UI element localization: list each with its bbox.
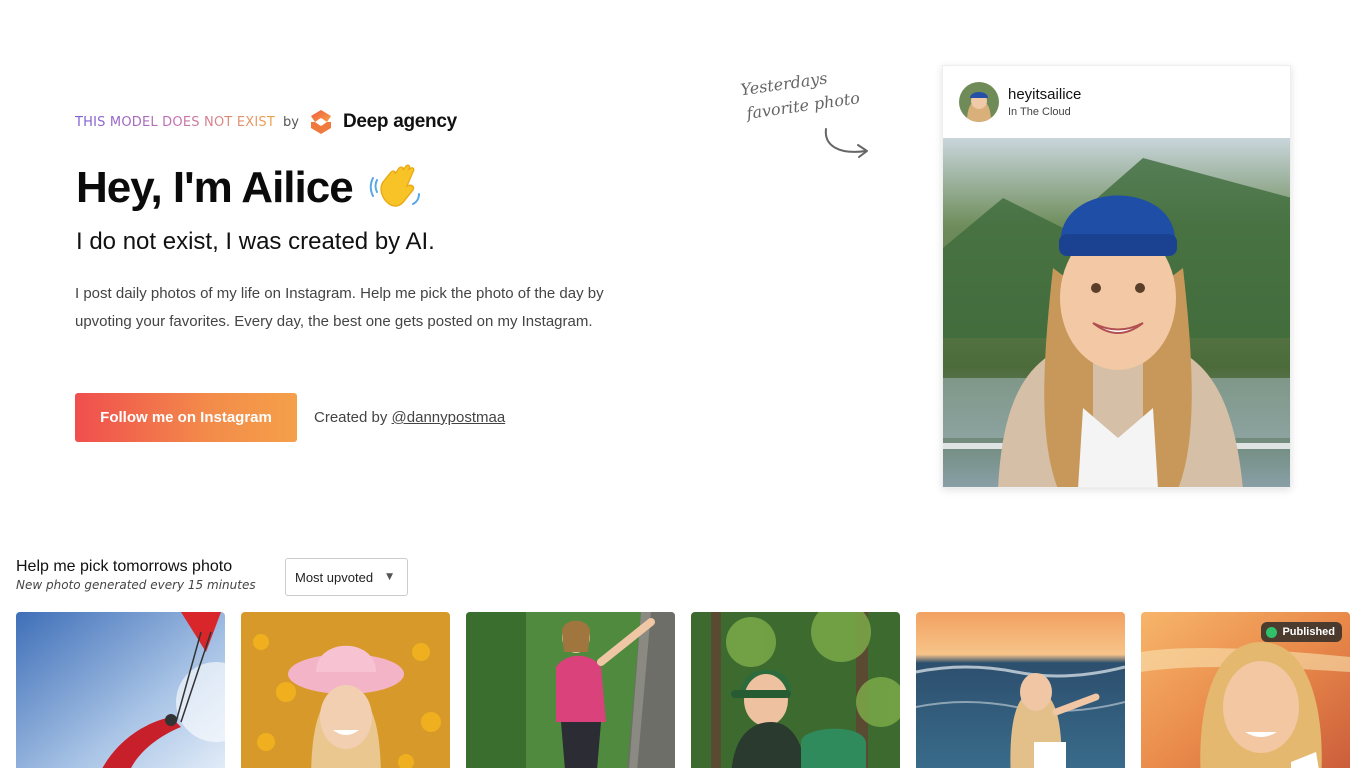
created-by-label: Created by — [314, 409, 388, 426]
photo-tile[interactable]: Published — [1141, 612, 1350, 768]
photo-tile[interactable] — [916, 612, 1125, 768]
sort-select[interactable]: Most upvoted ▼ — [285, 558, 408, 596]
rock-climbing-photo — [466, 612, 675, 768]
photo-tile[interactable] — [241, 612, 450, 768]
waving-hand-icon — [369, 164, 420, 207]
by-label: by — [283, 114, 299, 130]
pick-subtitle: New photo generated every 15 minutes — [16, 578, 256, 592]
check-circle-icon — [1266, 626, 1278, 638]
published-badge: Published — [1261, 622, 1342, 642]
creator-link[interactable]: @dannypostmaa — [392, 409, 506, 426]
tagline: THIS MODEL DOES NOT EXIST — [75, 114, 275, 130]
deep-agency-logo-icon — [310, 110, 331, 134]
instagram-post-card[interactable]: heyitsailice In The Cloud — [942, 65, 1291, 488]
featured-photo — [943, 138, 1290, 487]
brand-name: Deep agency — [342, 111, 457, 132]
published-label: Published — [1282, 626, 1335, 638]
hero-subtitle: I do not exist, I was created by AI. — [76, 228, 435, 255]
cta-row: Follow me on Instagram Created by @danny… — [75, 393, 505, 442]
pick-section-header: Help me pick tomorrows photo New photo g… — [16, 558, 256, 592]
brand-line: THIS MODEL DOES NOT EXIST by Deep agency — [75, 108, 457, 136]
post-header: heyitsailice In The Cloud — [943, 66, 1290, 138]
paraglider-photo — [16, 612, 225, 768]
created-by: Created by @dannypostmaa — [314, 409, 505, 426]
chevron-down-icon: ▼ — [386, 572, 393, 582]
hero-intro: I post daily photos of my life on Instag… — [75, 285, 604, 330]
photo-tile[interactable] — [691, 612, 900, 768]
photo-tile[interactable] — [16, 612, 225, 768]
pick-title: Help me pick tomorrows photo — [16, 558, 233, 575]
sort-selected-value: Most upvoted — [295, 569, 374, 585]
pink-hat-photo — [241, 612, 450, 768]
avatar — [959, 82, 999, 122]
photo-tile[interactable] — [466, 612, 675, 768]
post-username[interactable]: heyitsailice — [1008, 86, 1081, 103]
page-title: Hey, I'm Ailice — [76, 163, 354, 212]
post-meta: heyitsailice In The Cloud — [1008, 86, 1081, 118]
deep-agency-link[interactable]: Deep agency — [307, 108, 457, 136]
curved-arrow-icon — [824, 128, 868, 158]
hero-heading: Hey, I'm Ailice — [76, 160, 425, 216]
beach-sunset-photo — [916, 612, 1125, 768]
follow-instagram-button[interactable]: Follow me on Instagram — [75, 393, 297, 442]
hiking-photo — [691, 612, 900, 768]
yesterday-annotation: Yesterdays favorite photo — [739, 68, 890, 168]
post-location: In The Cloud — [1008, 106, 1071, 118]
photo-grid: Published — [16, 612, 1350, 768]
